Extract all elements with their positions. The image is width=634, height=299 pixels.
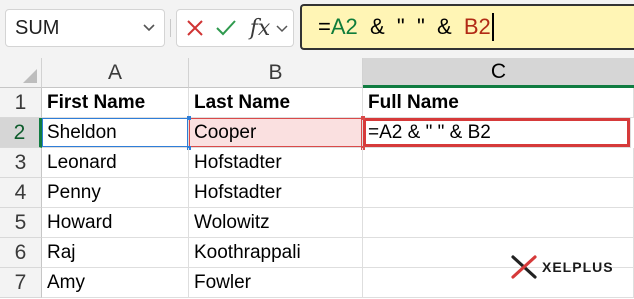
cell-b2[interactable]: Cooper: [189, 118, 363, 148]
fx-label: fx: [249, 15, 271, 41]
row-header-7[interactable]: 7: [0, 268, 42, 298]
cancel-icon[interactable]: [183, 10, 207, 46]
select-all-triangle-icon: [23, 69, 37, 83]
text-caret: [491, 13, 494, 41]
row-header-4[interactable]: 4: [0, 178, 42, 208]
column-header-b[interactable]: B: [189, 58, 363, 88]
enter-check-icon[interactable]: [213, 10, 239, 46]
cell-a7[interactable]: Amy: [42, 268, 189, 298]
cell-b5[interactable]: Wolowitz: [189, 208, 363, 238]
row-header-5[interactable]: 5: [0, 208, 42, 238]
column-header-c[interactable]: C: [363, 58, 634, 88]
name-box-value: SUM: [15, 16, 60, 39]
cell-a6[interactable]: Raj: [42, 238, 189, 268]
formula-part: =: [318, 14, 331, 39]
formula-controls: fx: [176, 9, 294, 47]
row-header-6[interactable]: 6: [0, 238, 42, 268]
row-header-1[interactable]: 1: [0, 88, 42, 118]
insert-function-icon[interactable]: fx: [245, 10, 275, 46]
formula-ref-b2: B2: [463, 14, 491, 39]
formula-bar-separator: [170, 19, 171, 37]
formula-ref-a2: A2: [330, 14, 358, 39]
cell-c5[interactable]: [363, 208, 634, 238]
cell-a5[interactable]: Howard: [42, 208, 189, 238]
xelplus-logo: XELPLUS: [510, 252, 614, 282]
cell-a4[interactable]: Penny: [42, 178, 189, 208]
cell-a1[interactable]: First Name: [42, 88, 189, 118]
range-handle[interactable]: [187, 116, 191, 120]
cell-c1[interactable]: Full Name: [363, 88, 634, 118]
cell-c4[interactable]: [363, 178, 634, 208]
cell-b4[interactable]: Hofstadter: [189, 178, 363, 208]
row-header-3[interactable]: 3: [0, 148, 42, 178]
range-handle[interactable]: [361, 116, 365, 120]
cell-b7[interactable]: Fowler: [189, 268, 363, 298]
cell-b1[interactable]: Last Name: [189, 88, 363, 118]
cell-c2[interactable]: =A2 & " " & B2: [363, 118, 631, 148]
expand-chevron-icon[interactable]: [274, 10, 290, 46]
logo-text: XELPLUS: [542, 259, 614, 275]
cell-a2[interactable]: Sheldon: [42, 118, 189, 148]
cell-a3[interactable]: Leonard: [42, 148, 189, 178]
column-header-a[interactable]: A: [42, 58, 189, 88]
cell-b3[interactable]: Hofstadter: [189, 148, 363, 178]
cell-b6[interactable]: Koothrappali: [189, 238, 363, 268]
chevron-down-icon[interactable]: [142, 23, 156, 33]
formula-input[interactable]: = A2 & " " & B2: [300, 4, 634, 50]
row-header-2[interactable]: 2: [0, 118, 42, 148]
xelplus-x-icon: [511, 255, 537, 279]
formula-bar: SUM fx = A2 & " " & B2: [0, 0, 634, 58]
cell-c3[interactable]: [363, 148, 634, 178]
formula-part: & " " &: [357, 14, 464, 39]
select-all-corner[interactable]: [0, 58, 42, 88]
name-box[interactable]: SUM: [5, 9, 165, 47]
